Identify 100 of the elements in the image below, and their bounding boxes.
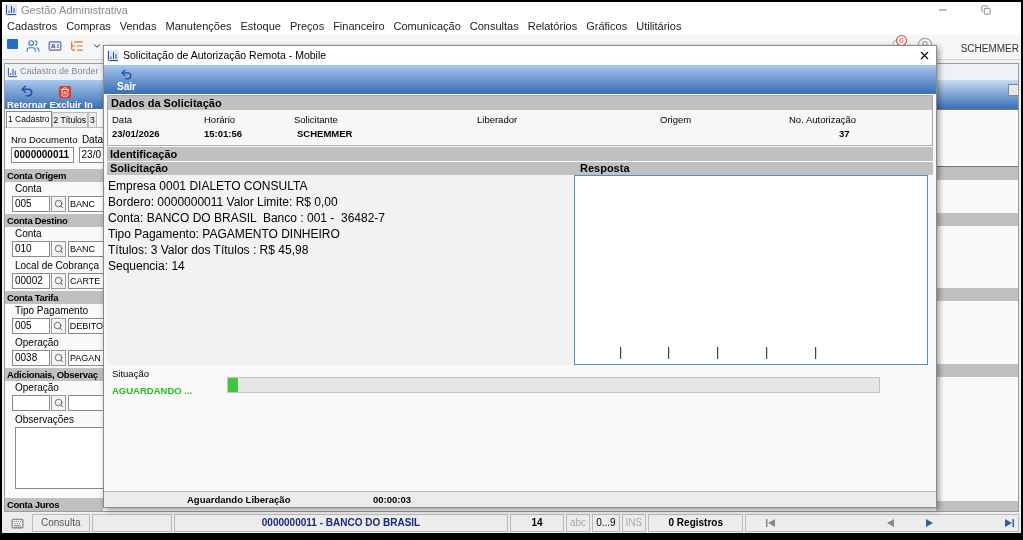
request-line: Sequencia: 14 <box>108 258 186 274</box>
description-field[interactable]: BANC <box>68 240 103 257</box>
status-indicator: abc <box>566 514 591 532</box>
status-mode: Consulta <box>32 514 90 532</box>
tab[interactable]: 1 Cadastro <box>6 111 52 127</box>
user-name: SCHEMMER <box>960 42 1019 56</box>
dialog-title: Solicitação de Autorização Remota - Mobile <box>123 47 327 63</box>
menu-item[interactable]: Comunicação <box>393 18 461 35</box>
request-line: Títulos: 3 Valor dos Títulos : R$ 45,98 <box>108 242 310 258</box>
notes-field[interactable] <box>15 427 103 489</box>
toolbar-button[interactable]: In <box>83 82 94 109</box>
first-record-icon[interactable] <box>766 519 776 527</box>
date-field[interactable]: 23/0 <box>78 147 103 163</box>
child-logo-icon <box>7 66 18 78</box>
search-icon <box>53 397 64 408</box>
section-header: Conta Juros <box>5 498 103 511</box>
column-label: No. Autorização <box>789 113 858 127</box>
search-button[interactable] <box>51 394 66 411</box>
menu-item[interactable]: Estoque <box>240 18 281 35</box>
search-icon <box>53 198 64 209</box>
last-record-icon[interactable] <box>1005 519 1015 527</box>
column-label: Origem <box>660 113 693 127</box>
previous-icon[interactable] <box>887 519 895 527</box>
code-field[interactable]: 0038 <box>12 349 50 366</box>
toolbar-button[interactable]: Excluir <box>48 82 83 109</box>
field-label: Data <box>81 133 103 146</box>
menu-item[interactable]: Preços <box>289 18 325 35</box>
menu-item[interactable]: Gráficos <box>586 18 628 35</box>
menu-item[interactable]: Financeiro <box>333 18 385 35</box>
column-label: Horário <box>204 113 237 127</box>
status-indicator: INS <box>621 514 647 532</box>
code-field[interactable]: 005 <box>12 195 50 212</box>
field-label: Operação <box>14 381 60 394</box>
search-icon <box>53 320 64 331</box>
status-record: 0000000011 - BANCO DO BRASIL <box>174 514 508 532</box>
dialog-logo-icon <box>107 49 119 62</box>
toolbar-button[interactable]: Retornar <box>6 82 48 109</box>
request-line: Bordero: 0000000011 Valor Limite: R$ 0,00 <box>108 194 339 210</box>
search-icon <box>53 352 64 363</box>
column-value: 37 <box>838 127 851 141</box>
column-value: 23/01/2026 <box>112 127 161 141</box>
search-button[interactable] <box>51 240 66 257</box>
close-icon[interactable] <box>918 49 931 62</box>
menu-item[interactable]: Relatórios <box>527 18 578 35</box>
situation-value: AGUARDANDO ... <box>112 384 194 398</box>
menu-item[interactable]: Consultas <box>469 18 519 35</box>
section-header: Conta Tarifa <box>5 291 103 304</box>
caret-icon[interactable] <box>92 41 102 51</box>
description-field[interactable]: DEBITO <box>67 317 103 334</box>
code-field[interactable]: 010 <box>12 240 50 257</box>
search-button[interactable] <box>51 272 66 289</box>
column-label: Liberador <box>477 113 519 127</box>
next-icon[interactable] <box>926 519 934 527</box>
code-field[interactable] <box>12 394 50 411</box>
field-label: Conta <box>14 182 43 195</box>
response-field[interactable] <box>574 175 928 365</box>
search-button[interactable] <box>51 349 66 366</box>
panel-header: Dados da Solicitação <box>108 96 932 110</box>
tab[interactable]: 2 Títulos <box>51 112 89 127</box>
app-logo-icon <box>5 4 17 16</box>
situation-label: Situação <box>112 367 150 381</box>
toolbar-button[interactable] <box>1008 84 1018 96</box>
tree-icon[interactable] <box>70 39 84 53</box>
section-header: Adicionais, Observaç <box>5 368 103 381</box>
undo-icon <box>119 68 133 81</box>
column-header: Resposta <box>579 162 630 175</box>
id-card-icon[interactable] <box>48 39 62 53</box>
request-line: Conta: BANCO DO BRASIL Banco : 001 - 36482-7 <box>108 210 387 226</box>
menu-item[interactable]: Utilitários <box>636 18 682 35</box>
field-label: Tipo Pagamento <box>14 304 89 317</box>
menu-item[interactable]: Vendas <box>119 18 157 35</box>
description-field[interactable]: CARTE <box>68 272 103 289</box>
document-field[interactable]: 0000000011 <box>11 147 74 163</box>
code-field[interactable]: 005 <box>12 317 50 334</box>
menu-item[interactable]: Cadastros <box>7 18 58 35</box>
search-button[interactable] <box>51 195 66 212</box>
menu-item[interactable]: Compras <box>66 18 111 35</box>
tab[interactable]: 3 <box>88 112 97 127</box>
description-field[interactable]: BANC <box>68 195 103 212</box>
status-count: 0 Registros <box>648 514 744 532</box>
column-label: Data <box>112 113 134 127</box>
column-label: Solicitante <box>294 113 339 127</box>
section-header: Identificação <box>107 147 933 161</box>
undo-icon <box>19 83 34 98</box>
elapsed-time: 00:00:03 <box>373 493 412 507</box>
field-label: Local de Cobrança <box>14 259 100 272</box>
status-text: Aguardando Liberação <box>187 493 292 507</box>
search-button[interactable] <box>50 317 66 334</box>
code-field[interactable]: 00002 <box>12 272 50 289</box>
window-title: Gestão Administrativa <box>21 2 128 18</box>
description-field[interactable] <box>68 394 103 411</box>
description-field[interactable]: PAGAN <box>68 349 103 366</box>
search-icon <box>53 275 64 286</box>
column-value: SCHEMMER <box>296 127 354 141</box>
field-label: Operação <box>14 336 60 349</box>
field-label: Observações <box>14 413 75 426</box>
restore-icon[interactable] <box>981 5 991 15</box>
exit-button[interactable]: Sair <box>117 68 136 94</box>
menu-item[interactable]: Manutenções <box>165 18 232 35</box>
users-icon[interactable] <box>26 39 40 53</box>
